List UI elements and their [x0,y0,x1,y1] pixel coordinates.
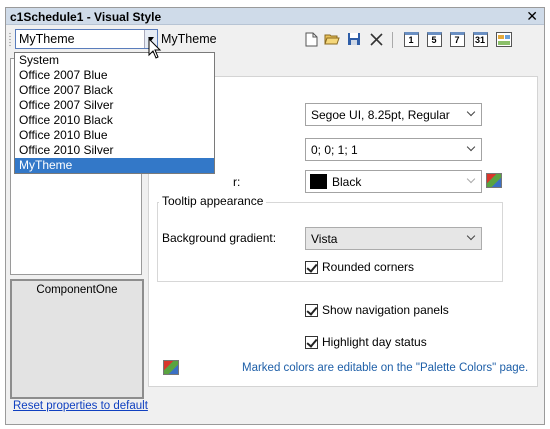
list-item[interactable]: Office 2010 Silver [15,143,214,158]
palette-marker-icon [163,360,179,375]
palette-note: Marked colors are editable on the "Palet… [242,362,529,374]
reset-properties-link[interactable]: Reset properties to default [13,400,148,412]
bg-gradient-value: Vista [311,232,338,246]
day-view-label: 1 [403,31,419,47]
show-nav-panels-checkbox[interactable]: Show navigation panels [305,303,449,317]
highlight-day-status-label: Highlight day status [322,335,427,349]
new-document-icon[interactable] [303,31,319,47]
rounded-corners-checkbox[interactable]: Rounded corners [305,260,414,274]
show-nav-panels-label: Show navigation panels [322,303,449,317]
work-week-view-icon[interactable]: 5 [426,31,442,47]
list-item[interactable]: Office 2007 Silver [15,98,214,113]
list-item[interactable]: Office 2007 Black [15,83,214,98]
chevron-down-icon [466,107,476,117]
rounded-corners-label: Rounded corners [322,260,415,274]
preview-brand-label: ComponentOne [36,284,118,296]
chevron-down-icon [466,174,476,184]
chevron-down-icon [466,142,476,152]
list-item[interactable]: Office 2010 Black [15,113,214,128]
color-swatch [310,174,327,189]
checkbox-checked-icon[interactable] [305,260,318,274]
list-item-selected[interactable]: MyTheme [15,158,214,173]
list-item[interactable]: Office 2010 Blue [15,128,214,143]
save-icon[interactable] [346,31,362,47]
color-combo[interactable]: Black [305,170,482,193]
list-item[interactable]: Office 2007 Blue [15,68,214,83]
open-folder-icon[interactable] [324,31,340,47]
close-icon[interactable]: ✕ [526,8,538,24]
tooltip-group-title: Tooltip appearance [159,194,267,208]
checkbox-checked-icon[interactable] [305,303,318,317]
theme-name-text[interactable]: MyTheme [161,32,217,46]
theme-dropdown-list[interactable]: System Office 2007 Blue Office 2007 Blac… [14,52,215,174]
month-view-icon[interactable]: 31 [472,31,488,47]
timeline-view-icon[interactable] [496,31,512,47]
work-week-view-label: 5 [426,31,442,47]
title-bar: c1Schedule1 - Visual Style ✕ [6,8,544,25]
color-label: r: [233,175,241,189]
preview-bottom-panel: ComponentOne [10,279,144,399]
list-item[interactable]: System [15,53,214,68]
mouse-cursor-icon [148,38,162,59]
padding-combo[interactable]: 0; 0; 1; 1 [305,138,482,161]
font-value: Segoe UI, 8.25pt, Regular [311,108,450,122]
toolbar-separator [392,32,393,48]
highlight-day-status-checkbox[interactable]: Highlight day status [305,335,427,349]
week-view-label: 7 [449,31,465,47]
window-title: c1Schedule1 - Visual Style [10,10,162,24]
chevron-down-icon [466,231,476,241]
theme-combo-value: MyTheme [19,32,75,46]
bg-gradient-label: Background gradient: [162,231,277,245]
color-value: Black [332,175,362,189]
theme-combo[interactable]: MyTheme [15,29,158,49]
delete-icon[interactable] [368,31,384,47]
palette-colors-icon[interactable] [486,173,502,188]
bg-gradient-combo[interactable]: Vista [305,227,482,250]
padding-value: 0; 0; 1; 1 [311,143,358,157]
week-view-icon[interactable]: 7 [449,31,465,47]
toolbar-grip[interactable] [9,32,11,48]
font-combo[interactable]: Segoe UI, 8.25pt, Regular [305,103,482,126]
month-view-label: 31 [472,31,488,47]
toolbar: MyTheme MyTheme 1 5 7 31 [6,26,544,52]
day-view-icon[interactable]: 1 [403,31,419,47]
checkbox-checked-icon[interactable] [305,335,318,349]
